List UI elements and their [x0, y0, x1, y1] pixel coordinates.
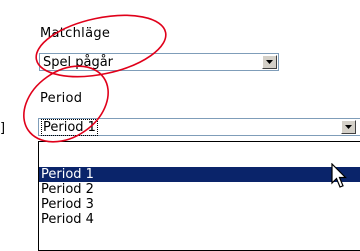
annotation-circle-period: [23, 65, 109, 143]
annotation-circles: [23, 14, 167, 143]
